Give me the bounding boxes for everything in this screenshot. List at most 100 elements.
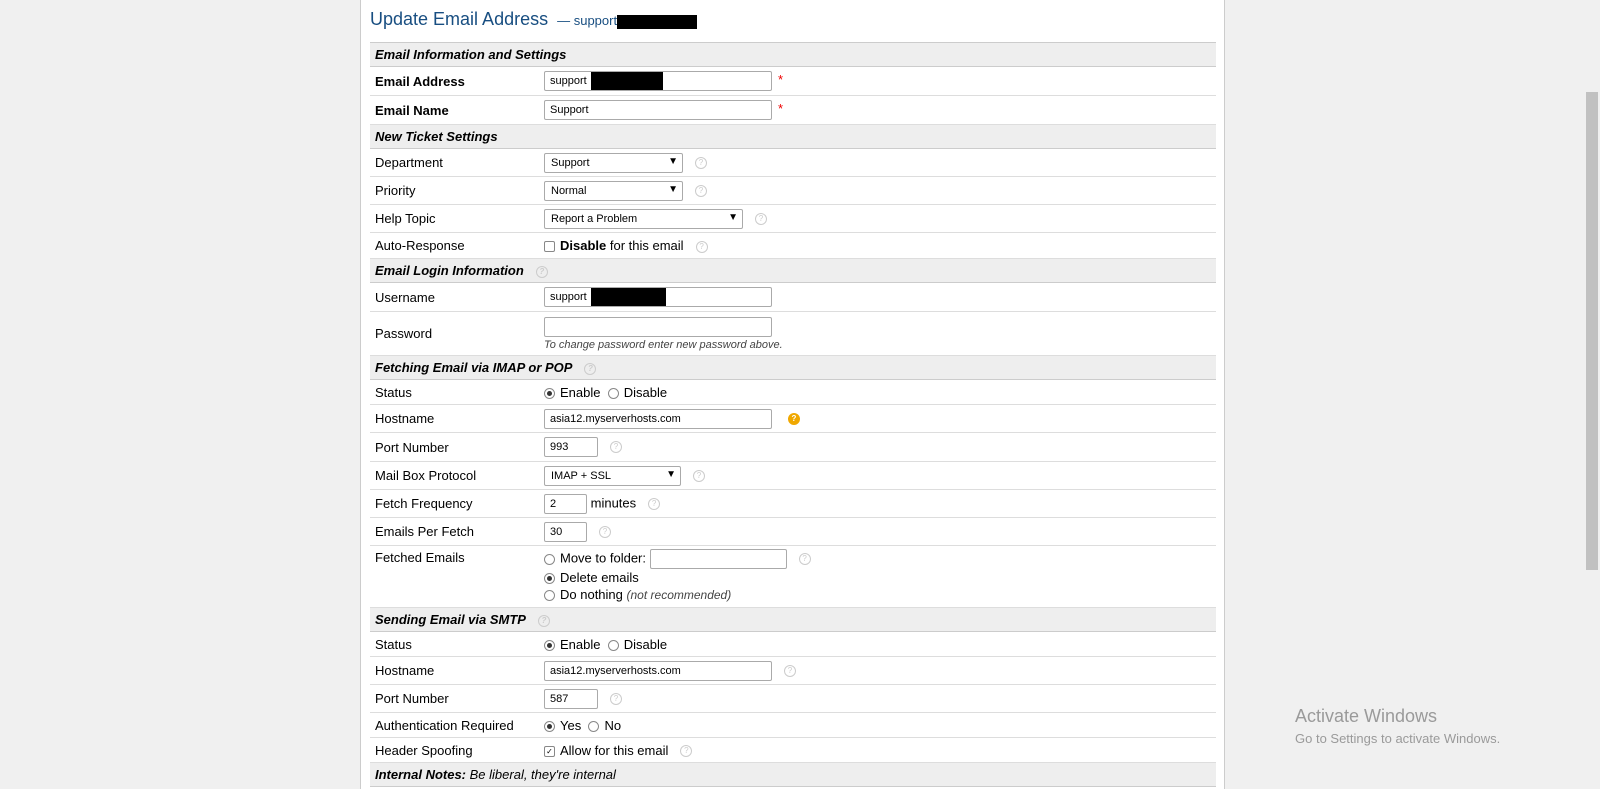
help-icon[interactable]: ? [695,240,708,253]
row-email-name: Email Name Support * [370,95,1216,125]
auth-required-label: Authentication Required [370,712,539,738]
help-icon[interactable]: ? [537,614,550,627]
auth-no-radio[interactable] [588,720,600,732]
smtp-disable-radio[interactable] [607,639,619,651]
fetch-status-label: Status [370,379,539,405]
smtp-status-label: Status [370,631,539,657]
help-icon[interactable]: ? [535,265,548,278]
page-subtitle: — support [557,13,698,29]
auth-yes-radio[interactable] [544,720,555,732]
row-header-spoofing: Header Spoofing ✓ Allow for this email? [370,737,1216,763]
fetch-frequency-input[interactable]: 2 [544,493,587,514]
password-note: To change password enter new password ab… [544,338,783,351]
row-fetched-emails: Fetched Emails Move to folder: ? Delete … [370,545,1216,608]
emails-per-fetch-input[interactable]: 30 [544,521,587,542]
scrollbar-thumb[interactable] [1586,92,1598,570]
fetch-enable-radio[interactable] [544,387,555,399]
required-marker: * [778,72,784,88]
help-topic-select[interactable]: Report a Problem ▼ [544,208,743,229]
move-folder-input[interactable] [649,549,787,569]
auto-response-checkbox[interactable] [544,241,555,253]
email-address-input[interactable]: support [544,71,772,91]
fetch-disable-radio[interactable] [607,387,619,399]
fetch-hostname-input[interactable]: asia12.myserverhosts.com [544,408,772,429]
email-address-label: Email Address [370,66,539,96]
help-icon[interactable]: ? [693,469,705,482]
row-help-topic: Help Topic Report a Problem ▼? [370,204,1216,233]
redaction-box [591,72,663,90]
row-fetch-status: Status Enable Disable [370,379,1216,405]
row-username: Username support [370,282,1216,312]
email-name-input[interactable]: Support [544,100,772,120]
fetch-hostname-label: Hostname [370,404,539,433]
help-icon[interactable]: ? [784,664,796,677]
help-icon[interactable]: ? [584,362,597,375]
move-option: Move to folder: ? [544,549,1216,569]
help-icon[interactable]: ? [610,692,622,705]
header-spoofing-label: Header Spoofing [370,737,539,763]
username-label: Username [370,282,539,312]
password-input[interactable] [544,316,772,337]
delete-option: Delete emails [544,569,1216,586]
warning-help-icon[interactable]: ? [788,412,800,425]
row-fetch-port: Port Number 993? [370,432,1216,462]
row-emails-per-fetch: Emails Per Fetch 30? [370,517,1216,546]
help-icon[interactable]: ? [599,525,611,538]
username-input[interactable]: support [544,287,772,307]
priority-select[interactable]: Normal ▼ [544,180,683,201]
chevron-down-icon: ▼ [666,468,676,480]
smtp-port-label: Port Number [370,684,539,713]
password-label: Password [370,311,539,356]
section-sending: Sending Email via SMTP? [370,607,1216,632]
fetched-emails-label: Fetched Emails [370,545,539,608]
auto-response-label: Auto-Response [370,232,539,259]
help-icon[interactable]: ? [695,156,707,169]
row-fetch-frequency: Fetch Frequency 2 minutes? [370,489,1216,518]
chevron-down-icon: ▼ [728,211,738,223]
move-radio[interactable] [544,553,555,565]
fetch-port-input[interactable]: 993 [544,437,598,457]
row-email-address: Email Address support * [370,66,1216,96]
spoofing-checkbox[interactable]: ✓ [544,745,555,757]
nothing-radio[interactable] [544,590,555,602]
section-fetching: Fetching Email via IMAP or POP? [370,355,1216,380]
smtp-hostname-input[interactable]: asia12.myserverhosts.com [544,660,772,681]
row-password: Password To change password enter new pa… [370,311,1216,356]
row-priority: Priority Normal ▼? [370,176,1216,205]
department-label: Department [370,148,539,177]
help-topic-label: Help Topic [370,204,539,233]
help-icon[interactable]: ? [695,184,707,197]
row-auth-required: Authentication Required Yes No [370,712,1216,738]
help-icon[interactable]: ? [648,497,661,510]
smtp-port-input[interactable]: 587 [544,688,598,709]
delete-radio[interactable] [544,573,555,585]
help-icon[interactable]: ? [755,212,767,225]
emails-per-fetch-label: Emails Per Fetch [370,517,539,546]
email-name-label: Email Name [370,95,539,125]
section-email-info: Email Information and Settings [370,42,1216,67]
protocol-label: Mail Box Protocol [370,461,539,490]
activate-windows-watermark: Activate Windows Go to Settings to activ… [1295,706,1501,746]
help-icon[interactable]: ? [798,553,811,565]
row-smtp-status: Status Enable Disable [370,631,1216,657]
redaction-box [617,14,698,29]
department-select[interactable]: Support ▼ [544,152,683,173]
protocol-select[interactable]: IMAP + SSL ▼ [544,465,681,486]
row-smtp-port: Port Number 587? [370,684,1216,713]
nothing-option: Do nothing (not recommended) [544,586,1216,604]
help-icon[interactable]: ? [680,745,693,758]
smtp-enable-radio[interactable] [544,639,555,651]
help-icon[interactable]: ? [610,441,622,453]
required-marker: * [778,101,784,117]
row-auto-response: Auto-Response Disable for this email? [370,232,1216,259]
priority-label: Priority [370,176,539,205]
chevron-down-icon: ▼ [668,183,678,195]
row-protocol: Mail Box Protocol IMAP + SSL ▼? [370,461,1216,490]
page-title: Update Email Address — support [370,9,698,30]
fetch-port-label: Port Number [370,432,539,462]
section-new-ticket: New Ticket Settings [370,124,1216,149]
page-panel: Update Email Address — support Email Inf… [360,0,1225,789]
email-settings-form: Email Information and Settings Email Add… [370,42,1216,787]
smtp-hostname-label: Hostname [370,656,539,685]
page-scrollbar[interactable] [1583,0,1600,789]
